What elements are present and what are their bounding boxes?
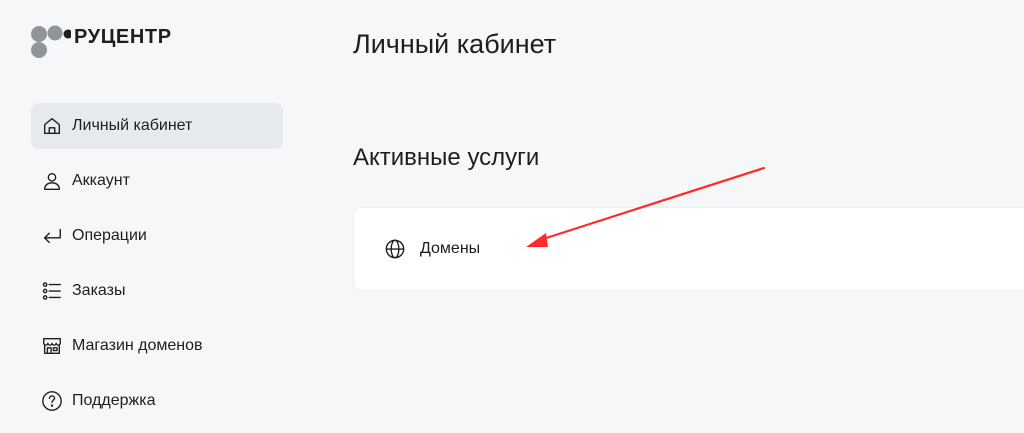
sidebar-item-label: Аккаунт — [72, 172, 130, 189]
sidebar-item-orders[interactable]: Заказы — [31, 268, 283, 314]
sidebar-item-dashboard[interactable]: Личный кабинет — [31, 103, 283, 149]
sidebar-item-label: Магазин доменов — [72, 337, 203, 354]
sidebar: РУЦЕНТР Личный кабинет Аккаунт Операции … — [0, 0, 300, 415]
section-title: Активные услуги — [353, 144, 540, 171]
service-label: Домены — [420, 240, 481, 257]
home-icon — [40, 114, 64, 138]
sidebar-item-label: Операции — [72, 227, 147, 244]
logo-dots-icon — [31, 25, 71, 58]
sidebar-item-label: Личный кабинет — [72, 117, 193, 134]
brand-name: РУЦЕНТР — [74, 26, 172, 48]
brand-logo[interactable]: РУЦЕНТР — [31, 25, 221, 65]
help-circle-icon — [40, 389, 64, 413]
service-item-domains[interactable]: Домены — [384, 238, 480, 260]
sidebar-item-label: Поддержка — [72, 392, 156, 409]
sidebar-item-account[interactable]: Аккаунт — [31, 158, 283, 204]
store-icon — [40, 334, 64, 358]
page-title: Личный кабинет — [353, 29, 557, 59]
user-icon — [40, 169, 64, 193]
active-services-card: Домены — [353, 207, 1024, 291]
return-arrow-icon — [40, 224, 64, 248]
list-icon — [40, 279, 64, 303]
sidebar-item-support[interactable]: Поддержка — [31, 378, 283, 424]
sidebar-nav: Личный кабинет Аккаунт Операции Заказы М… — [31, 103, 283, 433]
sidebar-item-label: Заказы — [72, 282, 126, 299]
sidebar-item-operations[interactable]: Операции — [31, 213, 283, 259]
globe-icon — [384, 238, 406, 260]
sidebar-item-domain-store[interactable]: Магазин доменов — [31, 323, 283, 369]
main-content: Личный кабинет Активные услуги Домены — [300, 0, 1024, 415]
